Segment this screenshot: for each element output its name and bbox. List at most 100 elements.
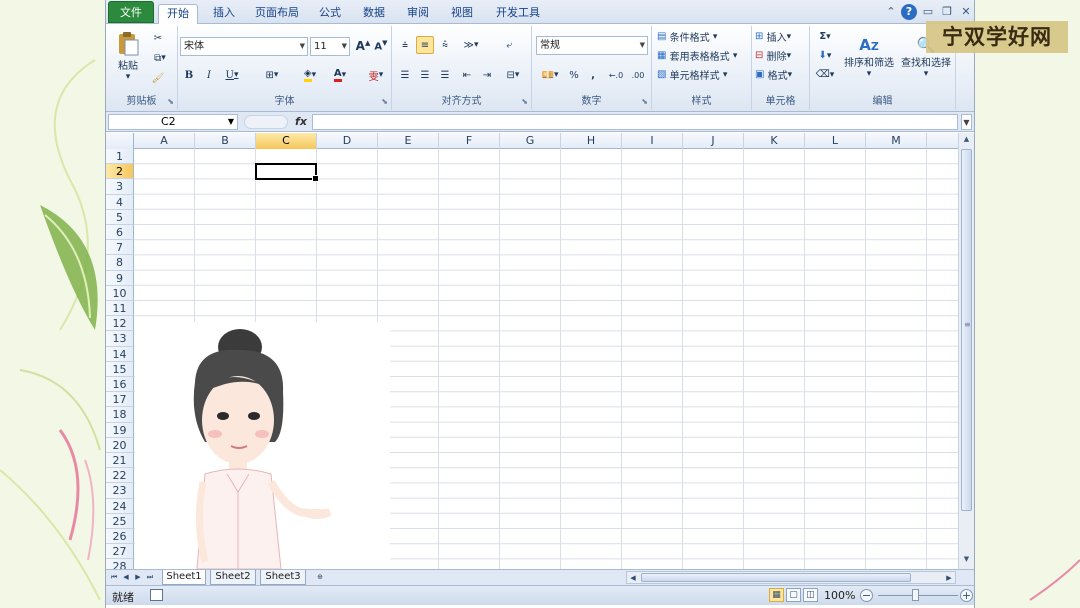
number-format-select[interactable]: 常规 ▼ xyxy=(536,36,648,55)
dialog-launcher-icon[interactable]: ⬊ xyxy=(381,97,388,106)
tab-file[interactable]: 文件 xyxy=(108,1,154,23)
macro-record-icon[interactable] xyxy=(150,589,163,601)
increase-decimal-button[interactable]: ←.0 xyxy=(606,66,626,84)
first-sheet-icon[interactable]: ⏮ xyxy=(109,571,119,584)
row-header-28[interactable]: 28 xyxy=(106,559,134,569)
active-cell-cursor[interactable] xyxy=(255,163,319,183)
sheet-tab-sheet1[interactable]: Sheet1 xyxy=(162,570,206,585)
align-center-button[interactable]: ☰ xyxy=(416,66,434,84)
horizontal-scrollbar[interactable]: ◀ ▶ xyxy=(626,571,956,584)
select-all-corner[interactable] xyxy=(106,133,134,149)
scroll-left-icon[interactable]: ◀ xyxy=(628,572,638,585)
zoom-out-button[interactable]: − xyxy=(860,589,873,602)
scroll-down-icon[interactable]: ▼ xyxy=(961,555,972,567)
row-header-3[interactable]: 3 xyxy=(106,179,134,195)
close-icon[interactable]: ✕ xyxy=(958,4,974,20)
paste-button[interactable]: 粘贴 ▾ xyxy=(110,28,146,84)
row-header-23[interactable]: 23 xyxy=(106,483,134,499)
cell-styles-button[interactable]: ▧ 单元格样式 ▾ xyxy=(656,66,750,83)
column-header-h[interactable]: H xyxy=(561,133,622,149)
wrap-text-button[interactable]: ⤶ xyxy=(500,36,518,54)
insert-function-button[interactable]: fx xyxy=(292,114,310,130)
tab-view[interactable]: 视图 xyxy=(444,4,480,24)
clear-button[interactable]: ⌫ ▾ xyxy=(812,66,838,83)
tab-home[interactable]: 开始 xyxy=(158,4,198,25)
orientation-button[interactable]: ≫ ▾ xyxy=(458,36,484,54)
row-header-1[interactable]: 1 xyxy=(106,149,134,165)
scroll-up-icon[interactable]: ▲ xyxy=(961,135,972,147)
expand-formula-bar-button[interactable]: ▼ xyxy=(961,114,972,130)
column-header-i[interactable]: I xyxy=(622,133,683,149)
row-header-15[interactable]: 15 xyxy=(106,361,134,377)
row-header-16[interactable]: 16 xyxy=(106,377,134,393)
decrease-decimal-button[interactable]: .00 xyxy=(628,66,648,84)
row-header-18[interactable]: 18 xyxy=(106,407,134,423)
autosum-button[interactable]: Σ ▾ xyxy=(812,28,838,45)
phonetic-button[interactable]: 雯 ▾ xyxy=(362,66,390,84)
percent-button[interactable]: % xyxy=(566,66,582,84)
formula-input[interactable] xyxy=(312,114,958,130)
row-header-2[interactable]: 2 xyxy=(106,164,134,180)
minimize-ribbon-icon[interactable]: ⌃ xyxy=(883,4,899,20)
column-header-a[interactable]: A xyxy=(134,133,195,149)
merge-center-button[interactable]: ⊟ ▾ xyxy=(500,66,526,84)
horizontal-scroll-thumb[interactable] xyxy=(641,573,911,582)
sheet-tab-sheet2[interactable]: Sheet2 xyxy=(210,570,256,585)
row-header-13[interactable]: 13 xyxy=(106,331,134,347)
page-break-view-button[interactable]: ◫ xyxy=(803,588,818,602)
name-box[interactable]: C2 ▼ xyxy=(108,114,238,130)
font-name-select[interactable]: 宋体 ▼ xyxy=(180,37,308,56)
border-button[interactable]: ⊞ ▾ xyxy=(258,66,286,84)
scroll-right-icon[interactable]: ▶ xyxy=(944,572,954,585)
vertical-scroll-thumb[interactable]: ≡ xyxy=(961,149,972,511)
column-header-j[interactable]: J xyxy=(683,133,744,149)
column-header-d[interactable]: D xyxy=(317,133,378,149)
format-cells-button[interactable]: ▣ 格式 ▾ xyxy=(754,66,808,83)
column-header-g[interactable]: G xyxy=(500,133,561,149)
minimize-icon[interactable]: ▭ xyxy=(920,4,936,20)
row-header-24[interactable]: 24 xyxy=(106,498,134,514)
font-color-button[interactable]: A ▾ xyxy=(326,66,354,84)
row-header-14[interactable]: 14 xyxy=(106,346,134,362)
decrease-indent-button[interactable]: ⇤ xyxy=(458,66,476,84)
prev-sheet-icon[interactable]: ◀ xyxy=(121,571,131,584)
increase-font-button[interactable]: A▲ xyxy=(354,37,372,55)
row-header-27[interactable]: 27 xyxy=(106,544,134,560)
insert-cells-button[interactable]: ⊞ 插入 ▾ xyxy=(754,28,808,45)
fill-color-button[interactable]: ◈ ▾ xyxy=(296,66,324,84)
format-painter-button[interactable]: 🖌 xyxy=(148,70,168,86)
column-header-f[interactable]: F xyxy=(439,133,500,149)
zoom-slider-knob[interactable] xyxy=(912,589,919,601)
row-header-7[interactable]: 7 xyxy=(106,240,134,256)
column-header-b[interactable]: B xyxy=(195,133,256,149)
tab-page-layout[interactable]: 页面布局 xyxy=(248,4,306,24)
align-bottom-button[interactable]: ⩯ xyxy=(436,36,454,54)
restore-icon[interactable]: ❐ xyxy=(939,4,955,20)
row-header-9[interactable]: 9 xyxy=(106,270,134,286)
align-middle-button[interactable]: ≡ xyxy=(416,36,434,54)
underline-button[interactable]: U ▾ xyxy=(220,66,244,84)
row-header-4[interactable]: 4 xyxy=(106,194,134,210)
column-header-e[interactable]: E xyxy=(378,133,439,149)
row-header-22[interactable]: 22 xyxy=(106,468,134,484)
column-header-c[interactable]: C xyxy=(256,133,317,149)
dialog-launcher-icon[interactable]: ⬊ xyxy=(167,97,174,106)
column-header-k[interactable]: K xyxy=(744,133,805,149)
insert-sheet-icon[interactable]: ⊕ xyxy=(312,571,328,584)
sheet-tab-sheet3[interactable]: Sheet3 xyxy=(260,570,306,585)
row-header-20[interactable]: 20 xyxy=(106,437,134,453)
increase-indent-button[interactable]: ⇥ xyxy=(478,66,496,84)
row-header-21[interactable]: 21 xyxy=(106,453,134,469)
fill-button[interactable]: ⬇ ▾ xyxy=(812,47,838,64)
vertical-scrollbar[interactable]: ▲ ≡ ▼ xyxy=(958,133,974,569)
zoom-in-button[interactable]: + xyxy=(960,589,973,602)
tab-insert[interactable]: 插入 xyxy=(204,4,244,24)
row-header-12[interactable]: 12 xyxy=(106,316,134,332)
align-right-button[interactable]: ☰ xyxy=(436,66,454,84)
zoom-level[interactable]: 100% xyxy=(824,589,855,602)
tab-developer[interactable]: 开发工具 xyxy=(490,4,546,24)
row-header-11[interactable]: 11 xyxy=(106,301,134,317)
delete-cells-button[interactable]: ⊟ 删除 ▾ xyxy=(754,47,808,64)
cut-button[interactable]: ✂ xyxy=(148,30,168,46)
sort-filter-button[interactable]: AZ 排序和筛选 ▾ xyxy=(842,28,896,86)
